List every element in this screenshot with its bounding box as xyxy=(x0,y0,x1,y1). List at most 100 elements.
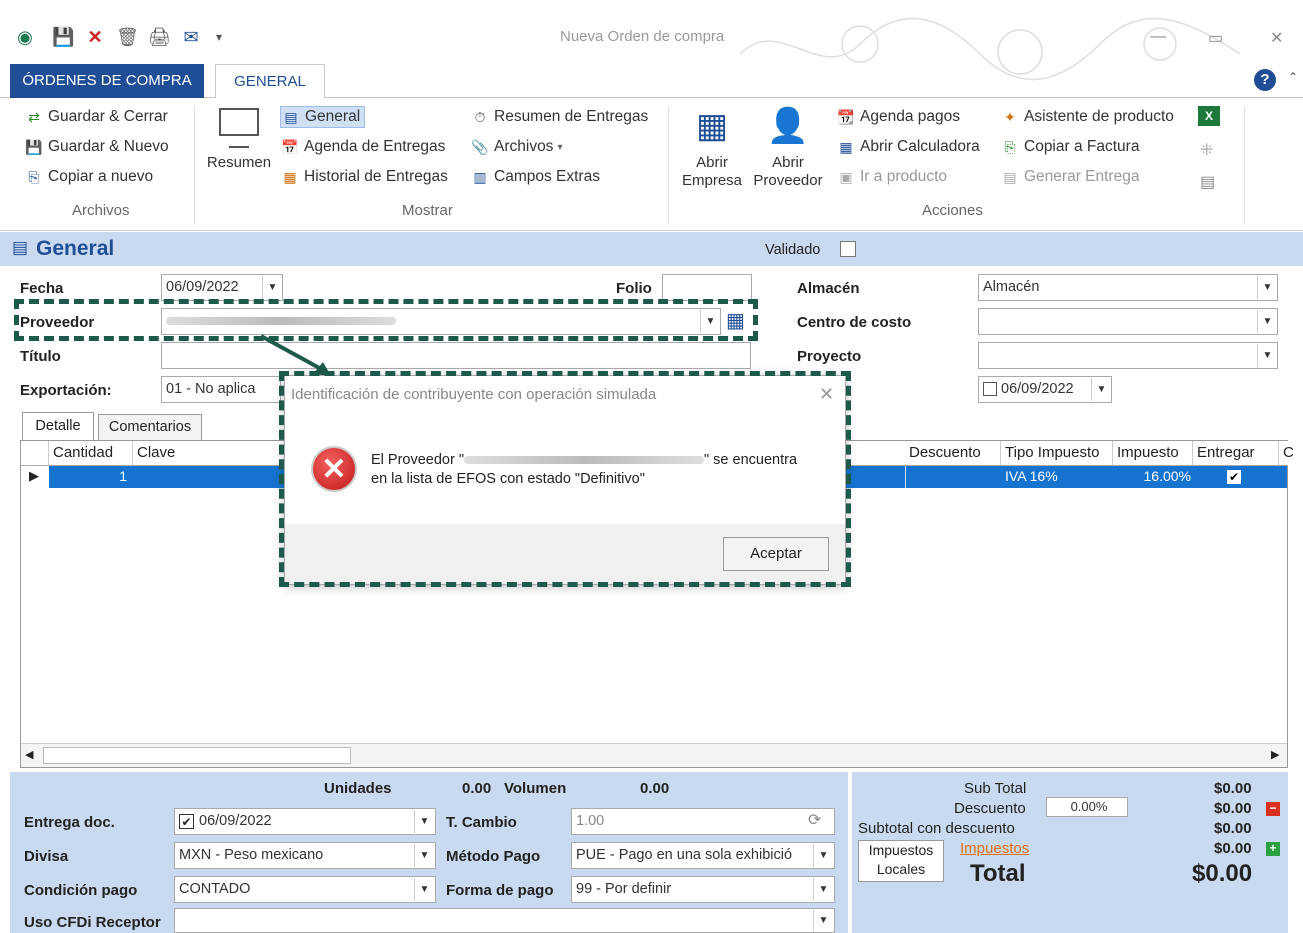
close-window-button[interactable]: ✕ xyxy=(1270,28,1283,48)
abrir-calculadora-button[interactable]: ▦ Abrir Calculadora xyxy=(836,138,979,156)
general-view-button[interactable]: ▤ General xyxy=(280,106,366,128)
entrega-doc-input[interactable]: 06/09/2022 xyxy=(174,808,436,835)
subtotal-value: $0.00 xyxy=(1214,780,1252,797)
ribbon-separator xyxy=(1244,106,1245,224)
horizontal-scrollbar[interactable]: ◀ ▶ xyxy=(21,743,1287,767)
guardar-nuevo-button[interactable]: 💾 Guardar & Nuevo xyxy=(24,138,168,156)
group-mostrar: Mostrar xyxy=(402,202,453,219)
descuento-label: Descuento xyxy=(954,800,1026,817)
almacen-select[interactable]: Almacén xyxy=(978,274,1278,301)
customize-quickaccess-icon[interactable]: ▾ xyxy=(208,26,230,48)
cell-entregar-checkbox[interactable]: ✔ xyxy=(1227,470,1241,484)
impuestos-locales-button[interactable]: Impuestos Locales xyxy=(858,840,944,882)
asistente-producto-button[interactable]: ✦ Asistente de producto xyxy=(1000,108,1174,126)
chevron-down-icon[interactable]: ▼ xyxy=(262,276,282,299)
refresh-rate-icon[interactable]: ⟳ xyxy=(808,810,821,830)
ir-producto-button[interactable]: ▣ Ir a producto xyxy=(836,168,947,186)
chevron-down-icon[interactable]: ▼ xyxy=(813,844,833,867)
ribbon-separator xyxy=(194,106,195,224)
historial-entregas-button[interactable]: ▦ Historial de Entregas xyxy=(280,168,448,186)
chevron-down-icon[interactable]: ▼ xyxy=(414,810,434,833)
col-tipo-impuesto[interactable]: Tipo Impuesto xyxy=(1001,441,1113,465)
chevron-down-icon[interactable]: ▼ xyxy=(813,878,833,901)
agenda-entregas-button[interactable]: 📅 Agenda de Entregas xyxy=(280,138,445,156)
col-impuesto[interactable]: Impuesto xyxy=(1113,441,1193,465)
maximize-button[interactable]: ▭ xyxy=(1208,28,1223,48)
cell-impuesto: 16.00% xyxy=(1143,468,1191,484)
dialog-highlight xyxy=(279,371,851,587)
app-logo-icon: ◉ xyxy=(17,27,33,47)
scroll-thumb[interactable] xyxy=(43,747,351,764)
tcambio-label: T. Cambio xyxy=(446,814,517,831)
collapse-ribbon-icon[interactable]: ⌃ xyxy=(1288,70,1298,84)
metodo-pago-select[interactable]: PUE - Pago en una sola exhibició xyxy=(571,842,835,869)
resumen-button[interactable]: Resumen xyxy=(204,108,274,172)
row-pointer-icon: ▶ xyxy=(29,468,39,483)
guardar-cerrar-button[interactable]: ⇄ Guardar & Cerrar xyxy=(24,108,168,126)
col-descuento[interactable]: Descuento xyxy=(905,441,1001,465)
save-icon[interactable]: 💾 xyxy=(52,26,74,48)
chevron-down-icon[interactable]: ▼ xyxy=(1257,310,1277,333)
total-label: Total xyxy=(970,860,1026,887)
copiar-factura-button[interactable]: ⎘ Copiar a Factura xyxy=(1000,138,1139,156)
plus-icon[interactable]: + xyxy=(1266,842,1280,856)
proyecto-select[interactable] xyxy=(978,342,1278,369)
uso-cfdi-select[interactable] xyxy=(174,908,835,933)
tab-ordenes-compra[interactable]: ÓRDENES DE COMPRA xyxy=(10,64,204,98)
agenda-pagos-button[interactable]: 📆 Agenda pagos xyxy=(836,108,960,126)
campos-extras-button[interactable]: ▥ Campos Extras xyxy=(470,168,600,186)
chevron-down-icon[interactable]: ▼ xyxy=(1257,344,1277,367)
chevron-down-icon[interactable]: ▼ xyxy=(1091,378,1111,401)
monitor-icon xyxy=(219,108,259,136)
chevron-down-icon[interactable]: ▼ xyxy=(813,910,833,931)
impuestos-link[interactable]: Impuestos xyxy=(960,840,1029,857)
col-entregar[interactable]: Entregar xyxy=(1193,441,1279,465)
tab-comentarios[interactable]: Comentarios xyxy=(98,414,202,440)
grid-settings-icon[interactable]: ⁜ xyxy=(1200,140,1213,160)
scroll-left-icon[interactable]: ◀ xyxy=(25,748,33,761)
minus-icon[interactable]: − xyxy=(1266,802,1280,816)
section-title: General xyxy=(36,237,115,260)
summary-clock-icon: ⏱ xyxy=(474,109,486,125)
archivos-dropdown-button[interactable]: 📎 Archivos ▾ xyxy=(470,138,562,156)
title-bar: ◉ 💾 ✕ 🗑 🖨 ✉ ▾ Nueva Orden de compra — ▭ … xyxy=(0,0,1303,81)
excel-export-icon[interactable]: X xyxy=(1198,106,1220,126)
entrega-doc-checkbox[interactable]: ✔ xyxy=(179,814,194,829)
copiar-nuevo-button[interactable]: ⎘ Copiar a nuevo xyxy=(24,168,153,186)
titulo-input[interactable] xyxy=(161,342,751,369)
col-clave[interactable]: Clave xyxy=(133,441,293,465)
folio-input[interactable] xyxy=(662,274,752,301)
col-extra[interactable]: C xyxy=(1279,441,1294,465)
descuento-pct-input[interactable]: 0.00% xyxy=(1046,797,1128,817)
report-icon[interactable]: ▤ xyxy=(1200,172,1215,192)
minimize-button[interactable]: — xyxy=(1150,28,1166,46)
tab-detalle[interactable]: Detalle xyxy=(22,412,94,440)
save-new-icon: 💾 xyxy=(25,139,43,155)
col-cantidad[interactable]: Cantidad xyxy=(49,441,133,465)
forma-pago-label: Forma de pago xyxy=(446,882,554,899)
validado-checkbox[interactable] xyxy=(840,241,856,257)
chevron-down-icon[interactable]: ▼ xyxy=(1257,276,1277,299)
help-icon[interactable]: ? xyxy=(1254,69,1276,91)
tcambio-input[interactable]: 1.00 xyxy=(571,808,835,835)
exportacion-label: Exportación: xyxy=(20,382,112,399)
fecha-entrega-checkbox[interactable] xyxy=(983,382,997,396)
tab-general[interactable]: GENERAL xyxy=(215,64,325,100)
centro-costo-select[interactable] xyxy=(978,308,1278,335)
print-icon[interactable]: 🖨 xyxy=(148,26,171,48)
condicion-pago-select[interactable]: CONTADO xyxy=(174,876,436,903)
trash-icon[interactable]: 🗑 xyxy=(116,26,139,48)
email-icon[interactable]: ✉ xyxy=(180,26,202,48)
scroll-right-icon[interactable]: ▶ xyxy=(1271,748,1279,761)
chevron-down-icon[interactable]: ▼ xyxy=(414,878,434,901)
calendar-money-icon: 📆 xyxy=(837,109,855,125)
abrir-empresa-button[interactable]: ▦ Abrir Empresa xyxy=(678,106,746,190)
resumen-entregas-button[interactable]: ⏱ Resumen de Entregas xyxy=(470,108,649,126)
close-doc-icon[interactable]: ✕ xyxy=(84,26,106,48)
divisa-select[interactable]: MXN - Peso mexicano xyxy=(174,842,436,869)
forma-pago-select[interactable]: 99 - Por definir xyxy=(571,876,835,903)
generar-entrega-button[interactable]: ▤ Generar Entrega xyxy=(1000,168,1139,186)
abrir-proveedor-button[interactable]: 👤 Abrir Proveedor xyxy=(748,106,828,190)
chevron-down-icon[interactable]: ▼ xyxy=(414,844,434,867)
fields-icon: ▥ xyxy=(473,169,487,185)
